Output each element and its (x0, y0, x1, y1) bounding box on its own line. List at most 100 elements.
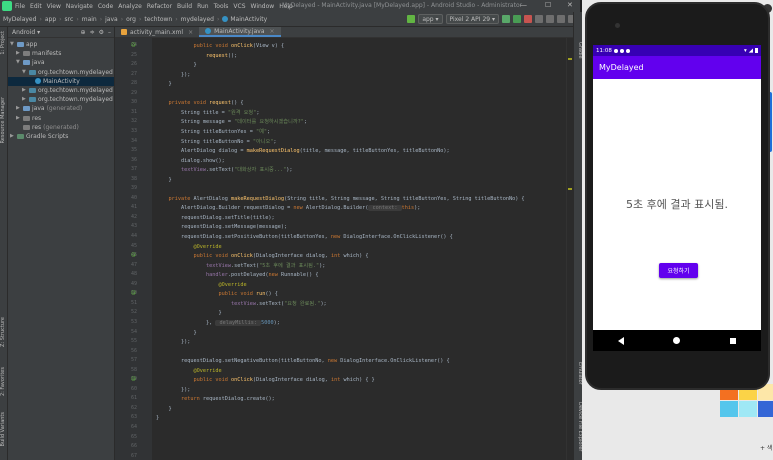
breadcrumb-mainactivity[interactable]: MainActivity (230, 16, 267, 23)
tool-window-favorites[interactable]: 2: Favorites (0, 367, 8, 396)
collapse-arrow-icon[interactable]: ▶ (16, 49, 21, 58)
tree-item[interactable]: ▶ java (generated) (16, 104, 82, 113)
expand-arrow-icon[interactable]: ▼ (22, 68, 27, 77)
tool-window-resource-manager[interactable]: Resource Manager (0, 97, 8, 143)
tree-item[interactable]: ▼ java (16, 58, 45, 67)
code-editor[interactable]: public void onClick(View v) { request();… (152, 38, 566, 460)
breadcrumb-techtown[interactable]: techtown (144, 16, 172, 23)
color-swatch[interactable] (758, 401, 773, 417)
collapse-icon[interactable]: ≑ (90, 29, 95, 36)
code-line[interactable]: textView.setText("5초 후에 결과 표시됨."); (156, 262, 325, 271)
request-button[interactable]: 요청하기 (659, 263, 698, 278)
override-marker-icon[interactable]: @ (131, 290, 136, 296)
avd-manager-icon[interactable] (546, 15, 554, 23)
minimize-button[interactable]: — (520, 1, 527, 9)
code-line[interactable]: public void run() { (156, 290, 277, 299)
override-marker-icon[interactable]: @ (131, 376, 136, 382)
recents-icon[interactable] (730, 337, 737, 344)
code-line[interactable]: public void onClick(DialogInterface dial… (156, 252, 368, 261)
code-line[interactable]: } (156, 80, 171, 89)
color-swatch[interactable] (720, 401, 738, 417)
code-line[interactable]: } (156, 61, 196, 70)
menu-code[interactable]: Code (98, 3, 113, 10)
home-icon[interactable] (673, 337, 681, 344)
tree-item[interactable]: ▶ Gradle Scripts (10, 132, 68, 141)
menu-window[interactable]: Window (251, 3, 275, 10)
collapse-arrow-icon[interactable]: ▶ (22, 86, 27, 95)
hammer-icon[interactable] (407, 15, 416, 23)
code-line[interactable]: }); (156, 338, 190, 347)
collapse-arrow-icon[interactable]: ▶ (16, 114, 21, 123)
code-line[interactable]: public void onClick(DialogInterface dial… (156, 376, 374, 385)
tab-mainactivity-java[interactable]: MainActivity.java × (199, 27, 281, 37)
debug-icon[interactable] (513, 15, 521, 23)
breadcrumb-java[interactable]: java (105, 16, 118, 23)
code-line[interactable]: }); (156, 71, 190, 80)
tree-item[interactable]: res (generated) (16, 123, 79, 132)
close-button[interactable]: ✕ (567, 1, 573, 9)
sync-icon[interactable] (535, 15, 543, 23)
menu-file[interactable]: File (15, 3, 25, 10)
gear-icon[interactable]: ⚙ (99, 29, 104, 36)
code-line[interactable]: String title = "원격 요청"; (156, 109, 259, 118)
breadcrumb-org[interactable]: org (126, 16, 136, 23)
hide-icon[interactable]: – (108, 29, 111, 36)
menu-navigate[interactable]: Navigate (66, 3, 93, 10)
menu-vcs[interactable]: VCS (233, 3, 245, 10)
code-line[interactable]: requestDialog.setTitle(title); (156, 214, 275, 223)
code-line[interactable]: } (156, 405, 171, 414)
code-line[interactable]: requestDialog.setMessage(message); (156, 223, 287, 232)
code-line[interactable]: }); (156, 386, 190, 395)
close-tab-icon[interactable]: × (188, 29, 193, 36)
editor-scrollbar[interactable] (566, 38, 573, 460)
code-line[interactable]: } (156, 329, 196, 338)
breadcrumb-main[interactable]: main (82, 16, 97, 23)
locate-icon[interactable]: ⊕ (81, 29, 86, 36)
code-line[interactable]: String titleButtonYes = "예"; (156, 128, 270, 137)
menu-run[interactable]: Run (197, 3, 209, 10)
override-marker-icon[interactable]: @ (131, 252, 136, 258)
menu-edit[interactable]: Edit (30, 3, 42, 10)
run-icon[interactable] (502, 15, 510, 23)
code-line[interactable]: @Override (156, 243, 221, 252)
code-line[interactable]: String titleButtonNo = "아니오"; (156, 138, 277, 147)
tree-item[interactable]: ▼ org.techtown.mydelayed (22, 68, 113, 77)
code-line[interactable]: AlertDialog.Builder requestDialog = new … (156, 204, 420, 213)
code-line[interactable]: @Override (156, 281, 246, 290)
tree-item[interactable]: ▶org.techtown.mydelayed(tes (22, 95, 126, 104)
code-line[interactable]: @Override (156, 367, 221, 376)
code-line[interactable]: dialog.show(); (156, 157, 225, 166)
code-line[interactable]: requestDialog.setPositiveButton(titleBut… (156, 233, 453, 242)
breadcrumb-project[interactable]: MyDelayed (3, 16, 36, 23)
code-line[interactable]: public void onClick(View v) { (156, 42, 284, 51)
code-line[interactable]: textView.setText("요청 완료됨."); (156, 300, 327, 309)
menu-build[interactable]: Build (177, 3, 192, 10)
tree-item[interactable]: ▶org.techtown.mydelayed(and (22, 86, 128, 95)
maximize-button[interactable]: ☐ (545, 1, 551, 9)
project-view-mode-select[interactable]: Android ▾ (12, 29, 40, 36)
add-color-label[interactable]: + 색 (760, 443, 772, 452)
back-icon[interactable] (617, 336, 624, 345)
menu-tools[interactable]: Tools (214, 3, 229, 10)
code-line[interactable]: requestDialog.setNegativeButton(titleBut… (156, 357, 450, 366)
collapse-arrow-icon[interactable]: ▶ (16, 104, 21, 113)
code-line[interactable]: handler.postDelayed(new Runnable() { (156, 271, 318, 280)
code-line[interactable]: request(); (156, 52, 237, 61)
tree-item[interactable]: ▼ app (10, 40, 37, 49)
override-marker-icon[interactable]: @ (131, 42, 136, 48)
tool-window-structure[interactable]: Z: Structure (0, 317, 8, 347)
code-line[interactable]: } (156, 414, 159, 423)
menu-view[interactable]: View (47, 3, 61, 10)
sdk-manager-icon[interactable] (557, 15, 565, 23)
code-line[interactable]: } (156, 176, 171, 185)
code-line[interactable]: } (156, 309, 221, 318)
tool-window-build-variants[interactable]: Build Variants (0, 412, 8, 446)
code-line[interactable]: String message = "데이터를 요청하시겠습니까?"; (156, 118, 307, 127)
tree-item[interactable]: ▶ res (16, 114, 41, 123)
tree-item[interactable]: MainActivity (8, 76, 114, 86)
run-config-select[interactable]: app ▾ (418, 14, 443, 24)
breadcrumb-app[interactable]: app (45, 16, 56, 23)
code-line[interactable]: private AlertDialog makeRequestDialog(St… (156, 195, 525, 204)
device-select[interactable]: Pixel 2 API 29 ▾ (445, 14, 499, 24)
menu-refactor[interactable]: Refactor (147, 3, 172, 10)
